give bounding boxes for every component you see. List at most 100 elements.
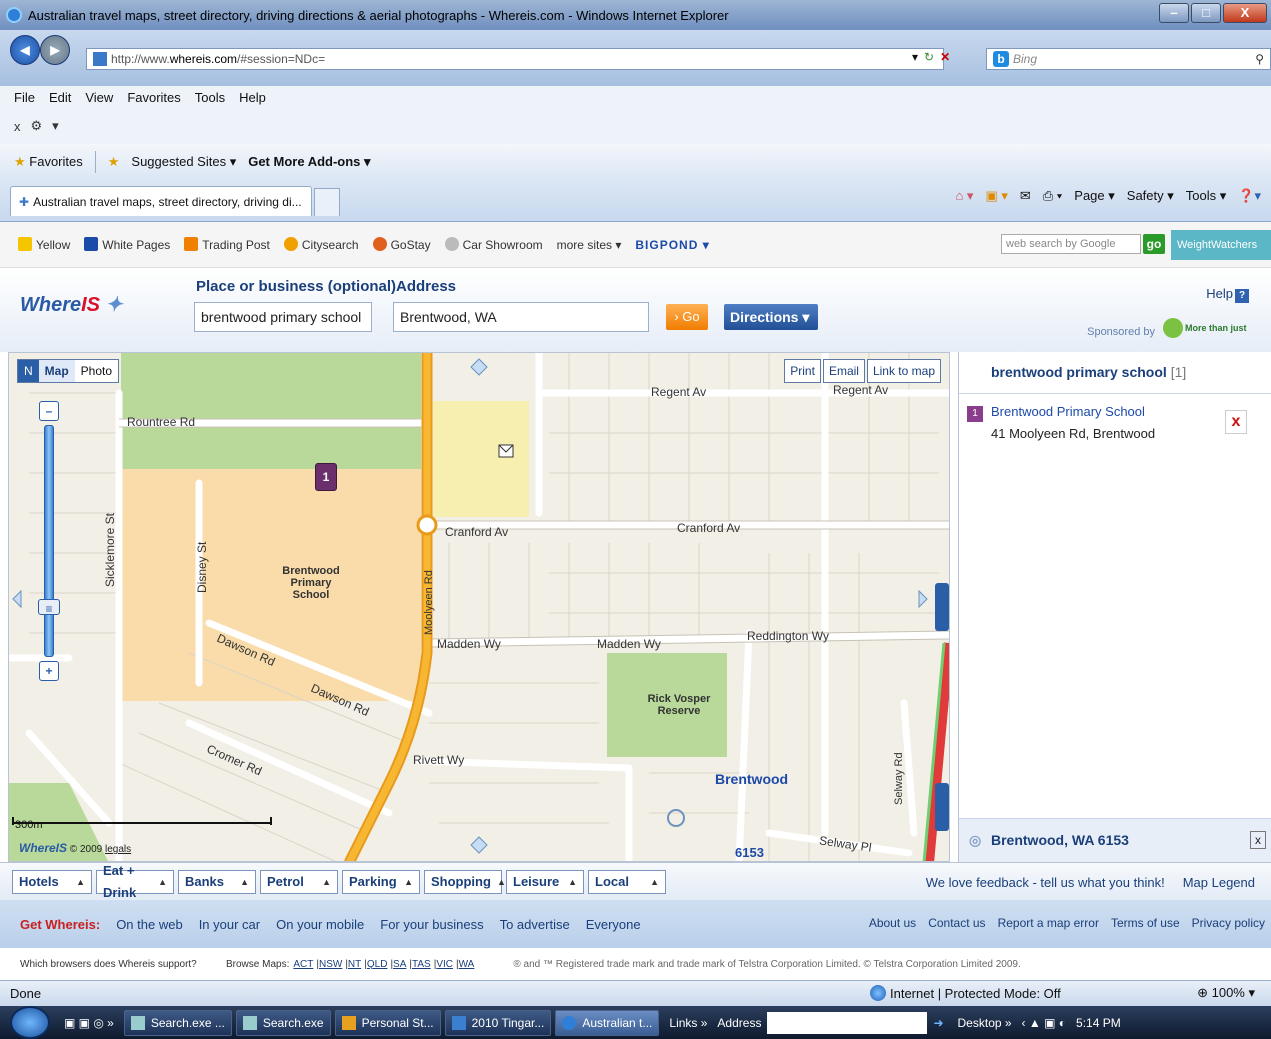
- site-citysearch[interactable]: Citysearch: [283, 237, 359, 252]
- get-addons[interactable]: Get More Add-ons ▾: [248, 154, 370, 170]
- tab-photo[interactable]: Photo: [75, 360, 118, 382]
- remove-result-button[interactable]: x: [1225, 410, 1247, 434]
- category-eat-drink[interactable]: Eat + Drink ▲: [96, 863, 174, 900]
- page-menu[interactable]: Page ▾: [1074, 188, 1115, 204]
- footer-everyone[interactable]: Everyone: [586, 917, 641, 932]
- taskbar-item-australian[interactable]: Australian t...: [555, 1009, 660, 1036]
- footer-on-the-web[interactable]: On the web: [116, 917, 183, 932]
- footer-on-your-mobile[interactable]: On your mobile: [276, 917, 364, 932]
- forward-button[interactable]: ▶: [40, 35, 70, 65]
- state-nt[interactable]: NT: [348, 959, 361, 970]
- feeds-icon[interactable]: ▣ ▾: [985, 188, 1007, 204]
- tab-map[interactable]: Map: [38, 360, 75, 382]
- url-field[interactable]: http://www. whereis.com/#session=NDc=: [86, 48, 944, 70]
- state-tas[interactable]: TAS: [412, 959, 431, 970]
- toolbar-options-dropdown[interactable]: ▾: [52, 118, 59, 134]
- site-gostay[interactable]: GoStay: [372, 237, 431, 252]
- maximize-button[interactable]: □: [1191, 3, 1221, 23]
- footer-to-advertise[interactable]: To advertise: [500, 917, 570, 932]
- taskbar-item-personal[interactable]: Personal St...: [334, 1009, 441, 1036]
- toolbar-options-icon[interactable]: ⚙: [31, 118, 43, 134]
- new-tab-button[interactable]: [314, 188, 340, 216]
- refresh-icon[interactable]: ↻: [924, 50, 934, 64]
- add-favorite-icon[interactable]: ★: [108, 154, 120, 170]
- category-local[interactable]: Local ▲: [588, 869, 666, 894]
- place-input[interactable]: brentwood primary school: [194, 302, 372, 332]
- footer-for-your-business[interactable]: For your business: [380, 917, 483, 932]
- state-vic[interactable]: VIC: [436, 959, 453, 970]
- favorites-button[interactable]: ★ Favorites: [14, 154, 83, 170]
- zoom-in-button[interactable]: +: [39, 661, 59, 681]
- google-go-button[interactable]: go: [1143, 234, 1165, 254]
- directions-button[interactable]: Directions ▾: [724, 304, 818, 330]
- map-view[interactable]: Rountree Rd Regent Av Regent Av Cranford…: [8, 352, 950, 862]
- north-icon[interactable]: N: [18, 360, 39, 382]
- category-parking[interactable]: Parking ▲: [342, 869, 420, 894]
- zoom-slider[interactable]: [44, 425, 54, 657]
- zoom-level[interactable]: ⊕ 100% ▾: [1197, 985, 1255, 1001]
- map-legend-link[interactable]: Map Legend: [1183, 875, 1255, 890]
- state-nsw[interactable]: NSW: [319, 959, 342, 970]
- close-button[interactable]: X: [1223, 3, 1267, 23]
- state-act[interactable]: ACT: [293, 959, 313, 970]
- site-white-pages[interactable]: White Pages: [84, 237, 170, 252]
- close-toolbar-button[interactable]: x: [14, 119, 21, 134]
- feedback-link[interactable]: We love feedback - tell us what you thin…: [926, 875, 1165, 890]
- category-banks[interactable]: Banks ▲: [178, 869, 256, 894]
- state-qld[interactable]: QLD: [367, 959, 388, 970]
- suggested-sites[interactable]: Suggested Sites ▾: [131, 154, 236, 170]
- map-marker-1[interactable]: 1: [315, 463, 337, 491]
- zoom-out-button[interactable]: –: [39, 401, 59, 421]
- taskbar-item-search-1[interactable]: Search.exe ...: [123, 1009, 232, 1036]
- weightwatchers-ad[interactable]: WeightWatchers: [1171, 230, 1271, 260]
- desktop-toolbar[interactable]: Desktop »: [958, 1016, 1012, 1030]
- footer-report-error[interactable]: Report a map error: [998, 916, 1099, 930]
- minimize-button[interactable]: –: [1159, 3, 1189, 23]
- email-map-button[interactable]: Email: [822, 359, 865, 383]
- print-icon[interactable]: ⎙ ▾: [1043, 188, 1062, 204]
- result-name-link[interactable]: Brentwood Primary School: [991, 404, 1145, 419]
- start-button[interactable]: [10, 1006, 50, 1039]
- dropdown-arrow-icon[interactable]: ▾: [912, 50, 918, 64]
- site-yellow[interactable]: Yellow: [18, 237, 70, 252]
- print-map-button[interactable]: Print: [784, 359, 821, 383]
- search-icon[interactable]: ⚲: [1255, 52, 1264, 66]
- help-link[interactable]: Help?: [1206, 286, 1249, 303]
- category-petrol[interactable]: Petrol ▲: [260, 869, 338, 894]
- quick-launch-icons[interactable]: ▣ ▣ ◎ »: [64, 1016, 114, 1030]
- footer-contact-us[interactable]: Contact us: [928, 916, 985, 930]
- security-zone[interactable]: Internet | Protected Mode: Off: [870, 985, 1061, 1001]
- footer-privacy[interactable]: Privacy policy: [1192, 916, 1265, 930]
- back-button[interactable]: ◀: [10, 35, 40, 65]
- close-location-button[interactable]: x: [1250, 831, 1266, 849]
- zoom-slider-handle[interactable]: ≡: [38, 599, 60, 616]
- taskbar-item-tingar[interactable]: 2010 Tingar...: [444, 1009, 552, 1036]
- site-trading-post[interactable]: Trading Post: [184, 237, 270, 252]
- category-hotels[interactable]: Hotels ▲: [12, 869, 92, 894]
- browsers-link[interactable]: Which browsers does Whereis support?: [20, 959, 226, 970]
- taskbar-address-input[interactable]: [767, 1011, 928, 1034]
- bigpond-link[interactable]: BIGPOND ▾: [635, 238, 709, 252]
- go-arrow-icon[interactable]: ➜: [933, 1016, 943, 1030]
- tools-menu[interactable]: Tools ▾: [1186, 188, 1227, 204]
- taskbar-item-search-2[interactable]: Search.exe: [235, 1009, 331, 1036]
- home-icon[interactable]: ⌂ ▾: [955, 188, 973, 204]
- state-wa[interactable]: WA: [459, 959, 475, 970]
- site-car-showroom[interactable]: Car Showroom: [444, 237, 543, 252]
- menu-view[interactable]: View: [85, 90, 113, 105]
- menu-tools[interactable]: Tools: [195, 90, 225, 105]
- category-shopping[interactable]: Shopping ▲: [424, 869, 506, 894]
- search-box[interactable]: b Bing ⚲: [986, 48, 1271, 70]
- legals-link[interactable]: legals: [105, 844, 131, 855]
- menu-edit[interactable]: Edit: [49, 90, 71, 105]
- help-icon[interactable]: ❓▾: [1238, 188, 1261, 204]
- footer-about-us[interactable]: About us: [869, 916, 916, 930]
- menu-favorites[interactable]: Favorites: [127, 90, 180, 105]
- google-search-input[interactable]: web search by Google: [1001, 234, 1141, 254]
- safety-menu[interactable]: Safety ▾: [1127, 188, 1174, 204]
- mail-icon[interactable]: ✉: [1020, 188, 1031, 204]
- tray-icons[interactable]: ‹ ▲ ▣ ◐: [1022, 1016, 1066, 1030]
- link-to-map-button[interactable]: Link to map: [866, 359, 941, 383]
- sponsor-logo[interactable]: More than just numbers: [1161, 314, 1265, 361]
- tab-whereis[interactable]: ✚ Australian travel maps, street directo…: [10, 186, 312, 216]
